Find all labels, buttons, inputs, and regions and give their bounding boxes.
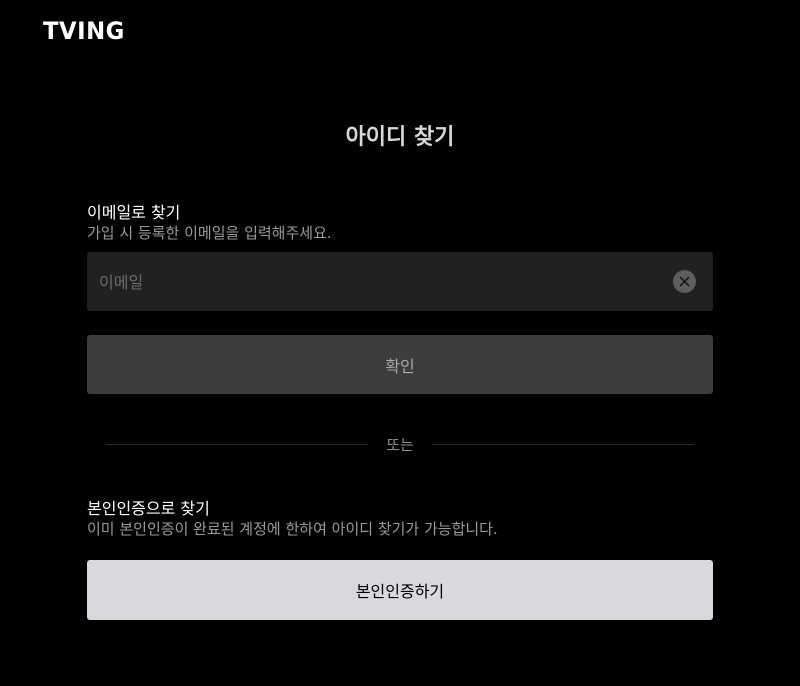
email-field xyxy=(87,252,713,313)
confirm-button-label: 확인 xyxy=(385,356,415,376)
identity-verify-button-label: 본인인증하기 xyxy=(355,582,445,601)
identity-section-title: 본인인증으로 찾기 xyxy=(87,499,210,518)
email-section-description: 가입 시 등록한 이메일을 입력해주세요. xyxy=(87,224,332,242)
email-section-title: 이메일로 찾기 xyxy=(87,203,181,222)
email-input[interactable] xyxy=(97,252,661,313)
tving-logo[interactable]: TVING xyxy=(43,17,125,45)
identity-section-description: 이미 본인인증이 완료된 계정에 한하여 아이디 찾기가 가능합니다. xyxy=(87,520,498,538)
clear-input-button[interactable] xyxy=(673,270,696,293)
divider-line-right xyxy=(432,444,694,445)
confirm-button[interactable]: 확인 xyxy=(87,335,713,394)
page-title: 아이디 찾기 xyxy=(345,125,455,150)
identity-verify-button[interactable]: 본인인증하기 xyxy=(87,560,713,620)
close-icon xyxy=(679,276,690,287)
